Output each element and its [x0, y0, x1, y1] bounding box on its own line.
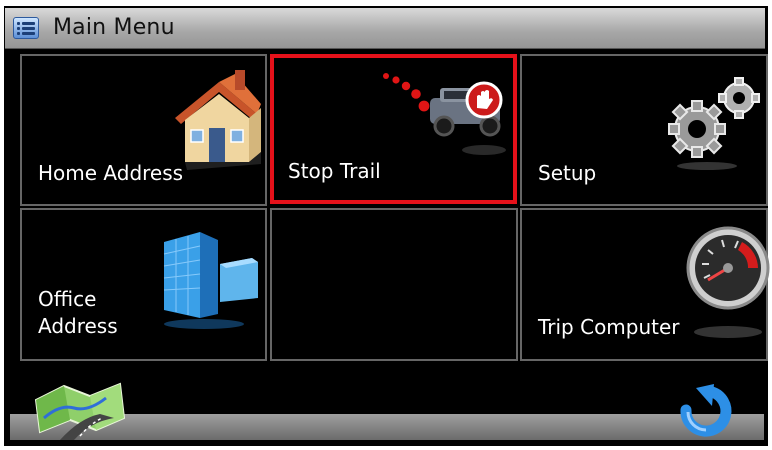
- menu-list-icon: [13, 17, 39, 39]
- page-title: Main Menu: [53, 15, 175, 40]
- stop-trail-label: Stop Trail: [288, 159, 381, 183]
- setup-button[interactable]: Setup: [520, 54, 768, 206]
- back-button[interactable]: [676, 382, 736, 442]
- stop-trail-icon: [383, 73, 506, 155]
- empty-tile: [270, 208, 518, 361]
- stop-trail-button[interactable]: Stop Trail: [270, 54, 517, 204]
- title-bar: Main Menu: [5, 8, 765, 49]
- gears-icon: [668, 77, 760, 170]
- office-address-label: Office Address: [38, 287, 118, 338]
- back-arrow-icon: [680, 384, 732, 437]
- home-address-button[interactable]: Home Address: [20, 54, 267, 206]
- speedometer-icon: [686, 226, 770, 338]
- trip-computer-button[interactable]: Trip Computer: [520, 208, 770, 361]
- office-building-icon: [163, 232, 258, 329]
- office-address-button[interactable]: Office Address: [20, 208, 267, 361]
- map-button[interactable]: [30, 378, 130, 440]
- map-icon: [34, 382, 126, 440]
- setup-label: Setup: [538, 161, 597, 185]
- trip-computer-label: Trip Computer: [538, 315, 680, 339]
- home-address-label: Home Address: [38, 161, 184, 185]
